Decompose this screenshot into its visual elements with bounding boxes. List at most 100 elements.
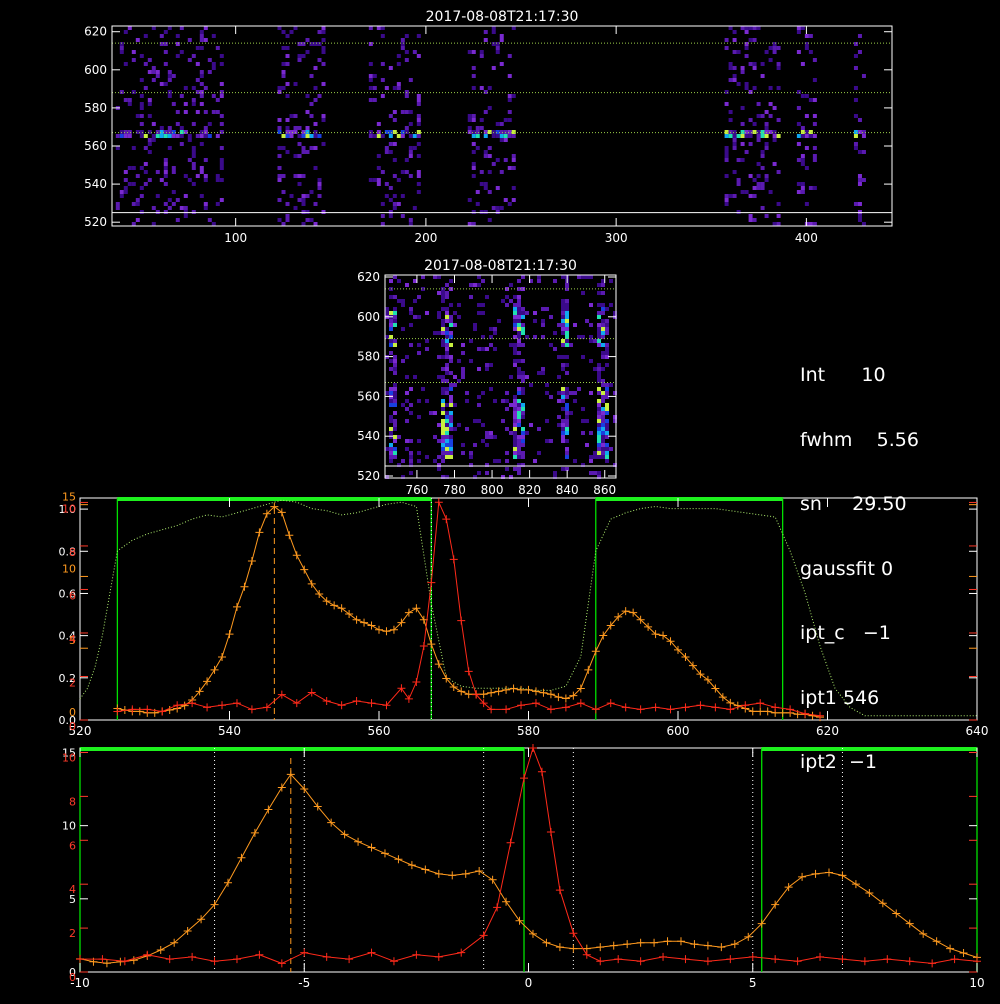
heatmap-pixel	[589, 455, 593, 459]
orange-velocity-line-point	[224, 878, 233, 887]
heatmap-pixel	[199, 74, 204, 78]
heatmap-pixel	[401, 303, 405, 307]
heatmap-pixel	[151, 138, 156, 142]
heatmap-pixel	[183, 102, 188, 106]
heatmap-pixel	[392, 206, 397, 210]
heatmap-pixel	[573, 391, 577, 395]
heatmap-pixel	[293, 114, 298, 118]
heatmap-pixel	[281, 30, 286, 34]
red-profile-line-point	[464, 667, 473, 676]
heatmap-pixel	[297, 54, 302, 58]
heatmap-pixel	[481, 303, 485, 307]
heatmap-pixel	[483, 30, 488, 34]
heatmap-pixel	[412, 206, 417, 210]
heatmap-pixel	[812, 122, 817, 126]
heatmap-pixel	[597, 439, 601, 443]
heatmap-pixel	[499, 206, 504, 210]
heatmap-pixel	[507, 130, 512, 134]
heatmap-pixel	[199, 130, 204, 134]
heatmap-pixel	[119, 46, 124, 50]
heatmap-pixel	[163, 42, 168, 46]
heatmap-pixel	[724, 46, 729, 50]
heatmap-pixel	[191, 162, 196, 166]
orange-profile-line-point	[763, 707, 772, 716]
heatmap-pixel	[408, 110, 413, 114]
heatmap-pixel	[416, 182, 421, 186]
heatmap-pixel	[392, 86, 397, 90]
heatmap-pixel	[321, 46, 326, 50]
heatmap-pixel	[388, 198, 393, 202]
heatmap-pixel	[416, 142, 421, 146]
heatmap-pixel	[581, 355, 585, 359]
heatmap-pixel	[135, 198, 140, 202]
heatmap-pixel	[601, 423, 605, 427]
heatmap-pixel	[147, 102, 152, 106]
heatmap-pixel	[485, 347, 489, 351]
heatmap-pixel	[513, 351, 517, 355]
heatmap-pixel	[449, 427, 453, 431]
orange-velocity-line-point	[703, 941, 712, 950]
heatmap-pixel	[505, 459, 509, 463]
heatmap-pixel	[736, 134, 741, 138]
heatmap-pixel	[163, 162, 168, 166]
heatmap-pixel	[147, 58, 152, 62]
heatmap-pixel	[812, 154, 817, 158]
heatmap-pixel	[425, 311, 429, 315]
heatmap-pixel	[561, 331, 565, 335]
heatmap-pixel	[441, 339, 445, 343]
heatmap-pixel	[425, 339, 429, 343]
heatmap-pixel	[405, 419, 409, 423]
heatmap-pixel	[441, 439, 445, 443]
heatmap-pixel	[545, 391, 549, 395]
heatmap-pixel	[565, 363, 569, 367]
red-velocity-line-point	[905, 957, 914, 966]
heatmap-pixel	[159, 130, 164, 134]
heatmap-pixel	[131, 58, 136, 62]
heatmap-pixel	[800, 126, 805, 130]
heatmap-pixel	[565, 427, 569, 431]
heatmap-pixel	[123, 98, 128, 102]
heatmap-pixel	[408, 174, 413, 178]
red-velocity-line-point	[726, 955, 735, 964]
heatmap-pixel	[396, 178, 401, 182]
heatmap-pixel	[605, 403, 609, 407]
heatmap-pixel	[764, 130, 769, 134]
heatmap-pixel	[171, 190, 176, 194]
heatmap-pixel	[313, 86, 318, 90]
heatmap-pixel	[513, 323, 517, 327]
heatmap-pixel	[147, 98, 152, 102]
heatmap-pixel	[187, 134, 192, 138]
heatmap-pixel	[388, 134, 393, 138]
heatmap-pixel	[565, 391, 569, 395]
heatmap-pixel	[561, 311, 565, 315]
heatmap-pixel	[199, 82, 204, 86]
heatmap-pixel	[277, 90, 282, 94]
heatmap-pixel	[511, 198, 516, 202]
heatmap-pixel	[400, 110, 405, 114]
y-tick-label: 540	[84, 177, 107, 191]
heatmap-pixel	[601, 303, 605, 307]
heatmap-pixel	[453, 375, 457, 379]
heatmap-pixel	[857, 178, 862, 182]
heatmap-pixel	[545, 383, 549, 387]
heatmap-pixel	[493, 327, 497, 331]
heatmap-pixel	[772, 42, 777, 46]
heatmap-pixel	[405, 355, 409, 359]
heatmap-pixel	[461, 343, 465, 347]
heatmap-pixel	[159, 134, 164, 138]
heatmap-pixel	[561, 339, 565, 343]
orange-profile-line-point	[203, 677, 212, 686]
heatmap-pixel	[313, 122, 318, 126]
heatmap-pixel	[207, 70, 212, 74]
heatmap-pixel	[857, 130, 862, 134]
orange-profile-line-point	[367, 621, 376, 630]
heatmap-pixel	[301, 134, 306, 138]
heatmap-pixel	[517, 447, 521, 451]
red-profile-line-point	[247, 705, 256, 714]
heatmap-pixel	[191, 210, 196, 214]
heatmap-pixel	[393, 315, 397, 319]
heatmap-pixel	[277, 198, 282, 202]
heatmap-pixel	[441, 387, 445, 391]
heatmap-pixel	[513, 439, 517, 443]
y-tick-label: 4	[69, 883, 76, 896]
